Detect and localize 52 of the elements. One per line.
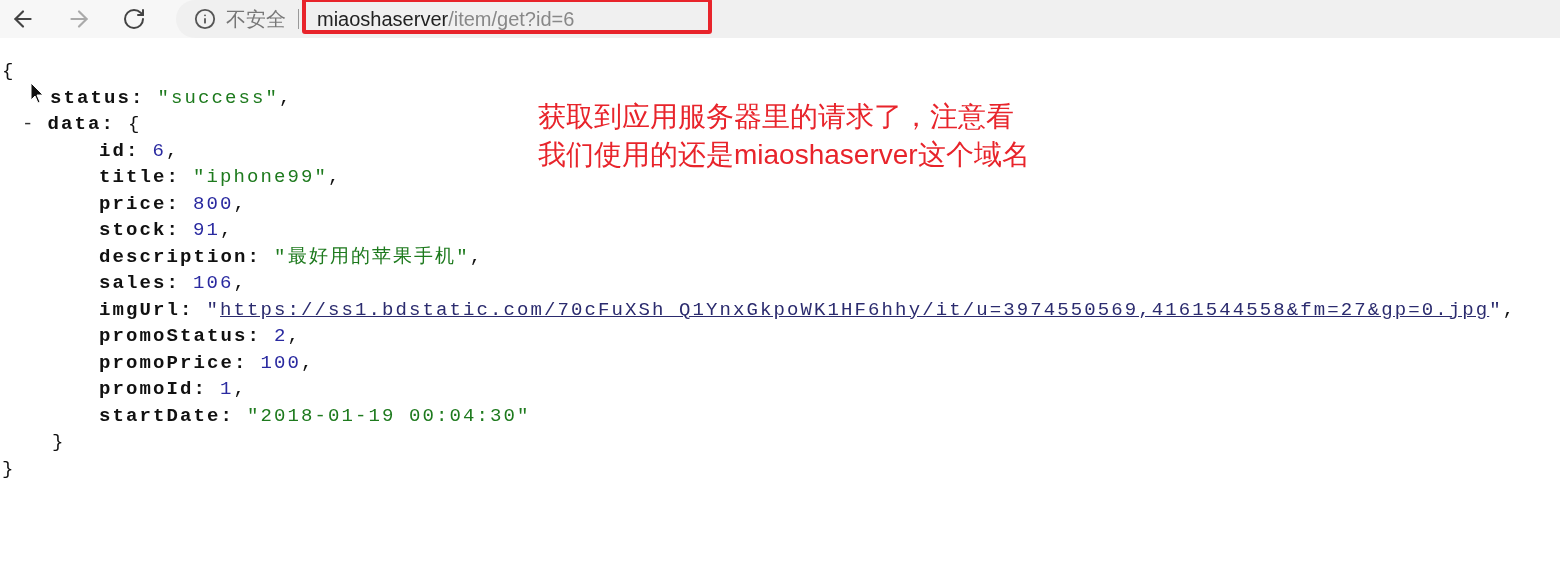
json-comma: ,: [469, 244, 484, 270]
json-value: 100: [260, 350, 302, 376]
json-value: "iphone99": [193, 165, 329, 190]
json-value: 1: [220, 377, 234, 402]
json-brace: }: [2, 457, 16, 480]
json-brace: }: [52, 430, 66, 455]
json-key: id:: [99, 137, 140, 164]
json-key: promoPrice:: [99, 349, 248, 376]
security-label: 不安全: [226, 7, 286, 32]
collapse-toggle[interactable]: -: [22, 111, 36, 138]
json-value: "2018-01-19 00:04:30": [247, 403, 531, 429]
url-path: /item/get?id=6: [448, 7, 575, 32]
json-key: status:: [50, 84, 145, 111]
json-value: "最好用的苹果手机": [274, 244, 470, 270]
json-comma: ,: [328, 165, 342, 190]
json-comma: ,: [233, 271, 248, 296]
annotation-text: 我们使用的还是miaoshaserver这个域名: [538, 138, 1030, 172]
json-brace: {: [2, 60, 16, 82]
address-bar[interactable]: 不安全 miaoshaserver/item/get?id=6: [176, 0, 1560, 38]
json-comma: ,: [301, 350, 315, 376]
json-comma: ,: [287, 324, 302, 349]
json-quote: ": [1489, 297, 1503, 323]
json-value: "success": [157, 85, 280, 111]
json-key: startDate:: [99, 402, 235, 429]
json-comma: ,: [233, 377, 248, 402]
json-value: 91: [193, 218, 221, 243]
json-key: promoId:: [99, 376, 207, 403]
json-key: price:: [99, 190, 180, 217]
json-key: stock:: [99, 217, 180, 244]
json-key: sales:: [99, 270, 180, 297]
json-key: imgUrl:: [99, 296, 194, 323]
json-key: description:: [99, 243, 262, 270]
json-key: title:: [99, 164, 180, 191]
annotation-text: 获取到应用服务器里的请求了，注意看: [538, 100, 1015, 134]
json-value: 6: [152, 138, 167, 164]
json-comma: ,: [1502, 297, 1517, 323]
json-key: promoStatus:: [99, 323, 262, 350]
reload-icon[interactable]: [122, 7, 146, 31]
json-quote: ": [206, 297, 221, 323]
json-key: data:: [47, 111, 116, 138]
json-brace: {: [128, 112, 142, 137]
json-value: 800: [193, 191, 234, 217]
json-comma: ,: [166, 138, 180, 164]
json-value: 2: [274, 324, 288, 349]
image-url-link[interactable]: https://ss1.bdstatic.com/70cFuXSh_Q1YnxGkpoWK1HF6hhy/it/u=3974550569,4161544558&fm=27&gp=0.jpg: [220, 296, 1490, 323]
json-value: 106: [193, 271, 234, 296]
info-icon: [194, 8, 216, 30]
json-comma: ,: [233, 191, 248, 217]
json-comma: ,: [220, 218, 234, 243]
cursor-icon: [30, 82, 44, 104]
url-host: miaoshaserver: [317, 7, 449, 32]
json-comma: ,: [279, 85, 293, 111]
